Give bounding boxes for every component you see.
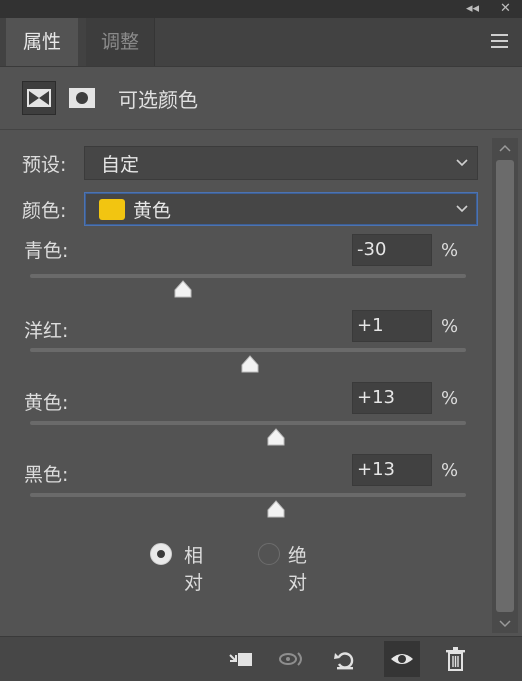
preset-label: 预设: (22, 154, 67, 176)
collapse-icon[interactable]: ◂◂ (466, 0, 479, 18)
magenta-slider-thumb[interactable] (240, 355, 260, 373)
layer-mask-icon[interactable] (66, 81, 100, 115)
magenta-input[interactable]: +1 (352, 310, 432, 342)
preset-select[interactable]: 自定 (84, 146, 478, 180)
clip-to-layer-icon[interactable] (226, 645, 256, 673)
magenta-slider-track[interactable] (30, 348, 466, 352)
magenta-value: +1 (357, 315, 384, 336)
black-percent-label: % (441, 460, 459, 481)
reset-icon[interactable] (330, 645, 360, 673)
colors-select[interactable]: 黄色 (84, 192, 478, 226)
cyan-value: -30 (357, 239, 387, 260)
scroll-down-icon[interactable] (499, 620, 511, 628)
chevron-down-icon (456, 159, 468, 167)
cyan-percent-label: % (441, 240, 459, 261)
yellow-swatch (99, 199, 125, 220)
close-icon[interactable]: ✕ (500, 0, 511, 18)
black-slider-thumb[interactable] (266, 500, 286, 518)
toggle-visibility-button[interactable] (384, 641, 420, 677)
panel-titlebar: ◂◂ ✕ (0, 0, 522, 18)
relative-radio[interactable] (150, 543, 172, 565)
cyan-label: 青色: (24, 240, 69, 262)
yellow-slider-thumb[interactable] (266, 428, 286, 446)
black-label: 黑色: (24, 464, 69, 486)
tab-properties[interactable]: 属性 (6, 18, 78, 66)
tab-adjustments[interactable]: 调整 (86, 18, 155, 66)
scrollbar[interactable] (492, 138, 518, 633)
yellow-value: +13 (357, 387, 395, 408)
view-previous-state-icon[interactable] (276, 645, 306, 673)
black-slider-track[interactable] (30, 493, 466, 497)
yellow-label: 黄色: (24, 392, 69, 414)
cyan-slider-track[interactable] (30, 274, 466, 278)
yellow-input[interactable]: +13 (352, 382, 432, 414)
yellow-percent-label: % (441, 388, 459, 409)
relative-label[interactable]: 相对 (184, 541, 203, 595)
black-value: +13 (357, 459, 395, 480)
properties-header: 可选颜色 (0, 67, 522, 130)
magenta-label: 洋红: (24, 320, 69, 342)
scrollbar-thumb[interactable] (496, 160, 514, 612)
colors-value: 黄色 (133, 200, 172, 222)
colors-label: 颜色: (22, 200, 67, 222)
magenta-percent-label: % (441, 316, 459, 337)
panel-footer (0, 636, 522, 681)
trash-icon[interactable] (440, 645, 470, 673)
yellow-slider-track[interactable] (30, 421, 466, 425)
absolute-label[interactable]: 绝对 (288, 541, 307, 595)
panel-menu-icon[interactable] (491, 34, 508, 48)
eye-icon (391, 654, 413, 664)
chevron-down-icon (456, 205, 468, 213)
black-input[interactable]: +13 (352, 454, 432, 486)
preset-value: 自定 (101, 154, 140, 176)
cyan-slider-thumb[interactable] (173, 280, 193, 298)
cyan-input[interactable]: -30 (352, 234, 432, 266)
absolute-radio[interactable] (258, 543, 280, 565)
scroll-up-icon[interactable] (499, 144, 511, 152)
adjustment-layer-icon[interactable] (22, 81, 56, 115)
panel-title: 可选颜色 (118, 88, 198, 112)
tab-bar: 属性 调整 (0, 18, 522, 67)
